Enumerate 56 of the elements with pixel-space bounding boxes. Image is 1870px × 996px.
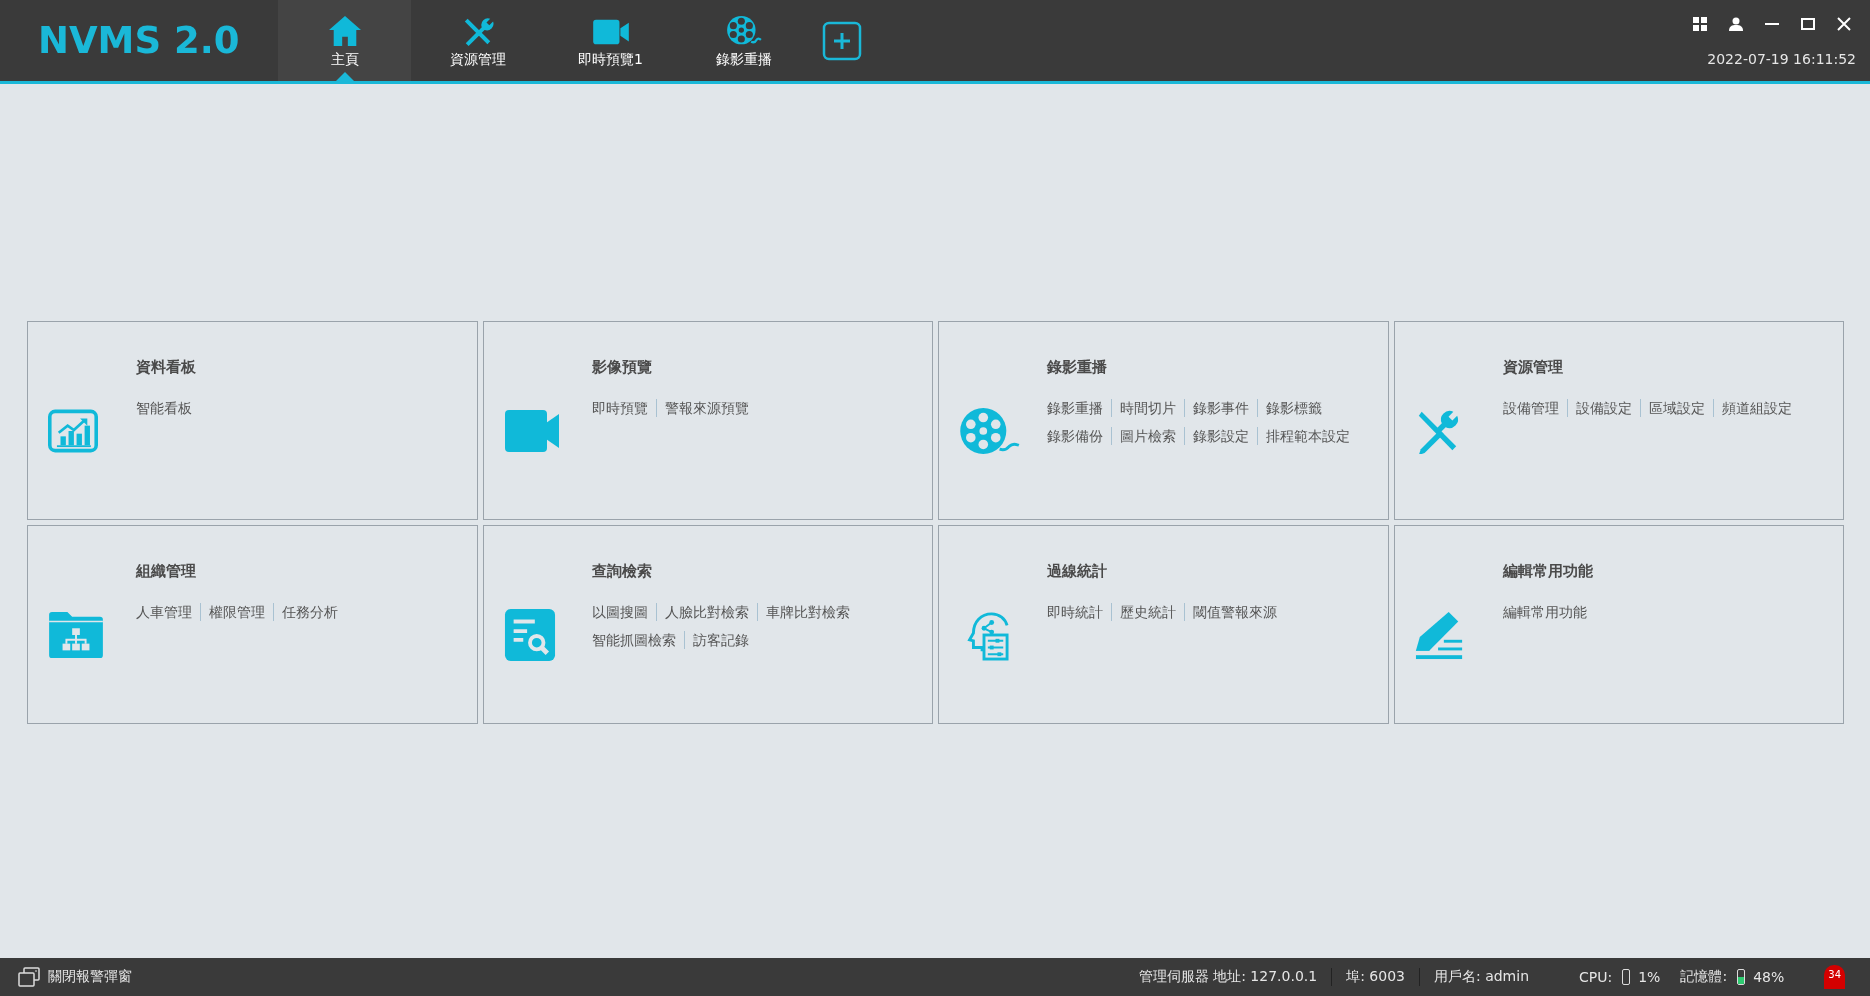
username-text: 用戶名: admin bbox=[1433, 968, 1529, 986]
module-title: 資料看板 bbox=[136, 358, 197, 377]
module-link[interactable]: 閾值警報來源 bbox=[1184, 603, 1285, 621]
cpu-meter bbox=[1622, 969, 1631, 985]
module-title: 錄影重播 bbox=[1047, 358, 1108, 377]
app-logo: NVMS 2.0 bbox=[38, 19, 241, 62]
close-alarm-popup-button[interactable]: 關閉報警彈窗 bbox=[18, 967, 132, 987]
module-link[interactable]: 人車管理 bbox=[136, 603, 200, 621]
film-reel-icon bbox=[959, 406, 1021, 455]
cpu-reading: 1% bbox=[1638, 969, 1661, 985]
module-link[interactable]: 任務分析 bbox=[273, 603, 346, 621]
module-link[interactable]: 車牌比對檢索 bbox=[756, 603, 858, 621]
module-link[interactable]: 錄影事件 bbox=[1184, 399, 1257, 417]
module-link[interactable]: 設備管理 bbox=[1502, 399, 1567, 417]
datetime-text: 2022-07-19 16:11:52 bbox=[1707, 50, 1856, 67]
windows-icon bbox=[18, 967, 40, 987]
nav-tab[interactable]: 資源管理 bbox=[411, 0, 544, 81]
module-link[interactable]: 錄影備份 bbox=[1047, 427, 1111, 445]
nav-tab[interactable]: 主頁 bbox=[278, 0, 411, 81]
module-link[interactable]: 智能抓圖檢索 bbox=[591, 631, 684, 649]
module-title: 資源管理 bbox=[1502, 358, 1564, 377]
cpu-label: CPU: bbox=[1579, 969, 1613, 985]
module-link[interactable]: 區域設定 bbox=[1639, 399, 1713, 417]
memory-reading: 48% bbox=[1753, 969, 1785, 985]
module-link[interactable]: 權限管理 bbox=[200, 603, 273, 621]
module-link[interactable]: 排程範本設定 bbox=[1257, 427, 1358, 445]
memory-meter bbox=[1737, 969, 1746, 985]
selected-indicator bbox=[335, 72, 354, 81]
module-title: 查詢檢索 bbox=[591, 562, 653, 581]
module-link[interactable]: 圖片檢索 bbox=[1111, 427, 1184, 445]
add-tab-button[interactable] bbox=[822, 20, 862, 61]
module-title: 編輯常用功能 bbox=[1502, 562, 1594, 581]
alarm-count-badge[interactable]: 34 bbox=[1824, 965, 1845, 989]
nav-tab[interactable]: 錄影重播 bbox=[677, 0, 810, 81]
module-link[interactable]: 錄影重播 bbox=[1047, 399, 1111, 417]
module-link[interactable]: 錄影標籤 bbox=[1257, 399, 1330, 417]
module-link[interactable]: 智能看板 bbox=[136, 399, 200, 417]
module-link[interactable]: 人臉比對檢索 bbox=[655, 603, 757, 621]
module-title: 組織管理 bbox=[136, 562, 197, 581]
module-link[interactable]: 錄影設定 bbox=[1184, 427, 1257, 445]
module-link[interactable]: 即時統計 bbox=[1047, 603, 1111, 621]
server-address-text: 管理伺服器 地址: 127.0.0.1 bbox=[1138, 968, 1318, 986]
module-link[interactable]: 設備設定 bbox=[1566, 399, 1640, 417]
memory-label: 記憶體: bbox=[1680, 968, 1728, 986]
port-text: 埠: 6003 bbox=[1346, 968, 1405, 986]
module-link[interactable]: 頻道組設定 bbox=[1712, 399, 1800, 417]
module-link[interactable]: 時間切片 bbox=[1111, 399, 1184, 417]
nav-tab[interactable]: 即時預覽1 bbox=[544, 0, 677, 81]
module-link[interactable]: 以圖搜圖 bbox=[591, 603, 656, 621]
module-link[interactable]: 訪客記錄 bbox=[683, 631, 757, 649]
module-title: 過線統計 bbox=[1047, 562, 1108, 581]
module-link[interactable]: 編輯常用功能 bbox=[1502, 603, 1595, 621]
module-link[interactable]: 歷史統計 bbox=[1111, 603, 1184, 621]
module-link[interactable]: 警報來源預覽 bbox=[655, 399, 757, 417]
module-title: 影像預覽 bbox=[591, 358, 653, 377]
module-link[interactable]: 即時預覽 bbox=[591, 399, 656, 417]
